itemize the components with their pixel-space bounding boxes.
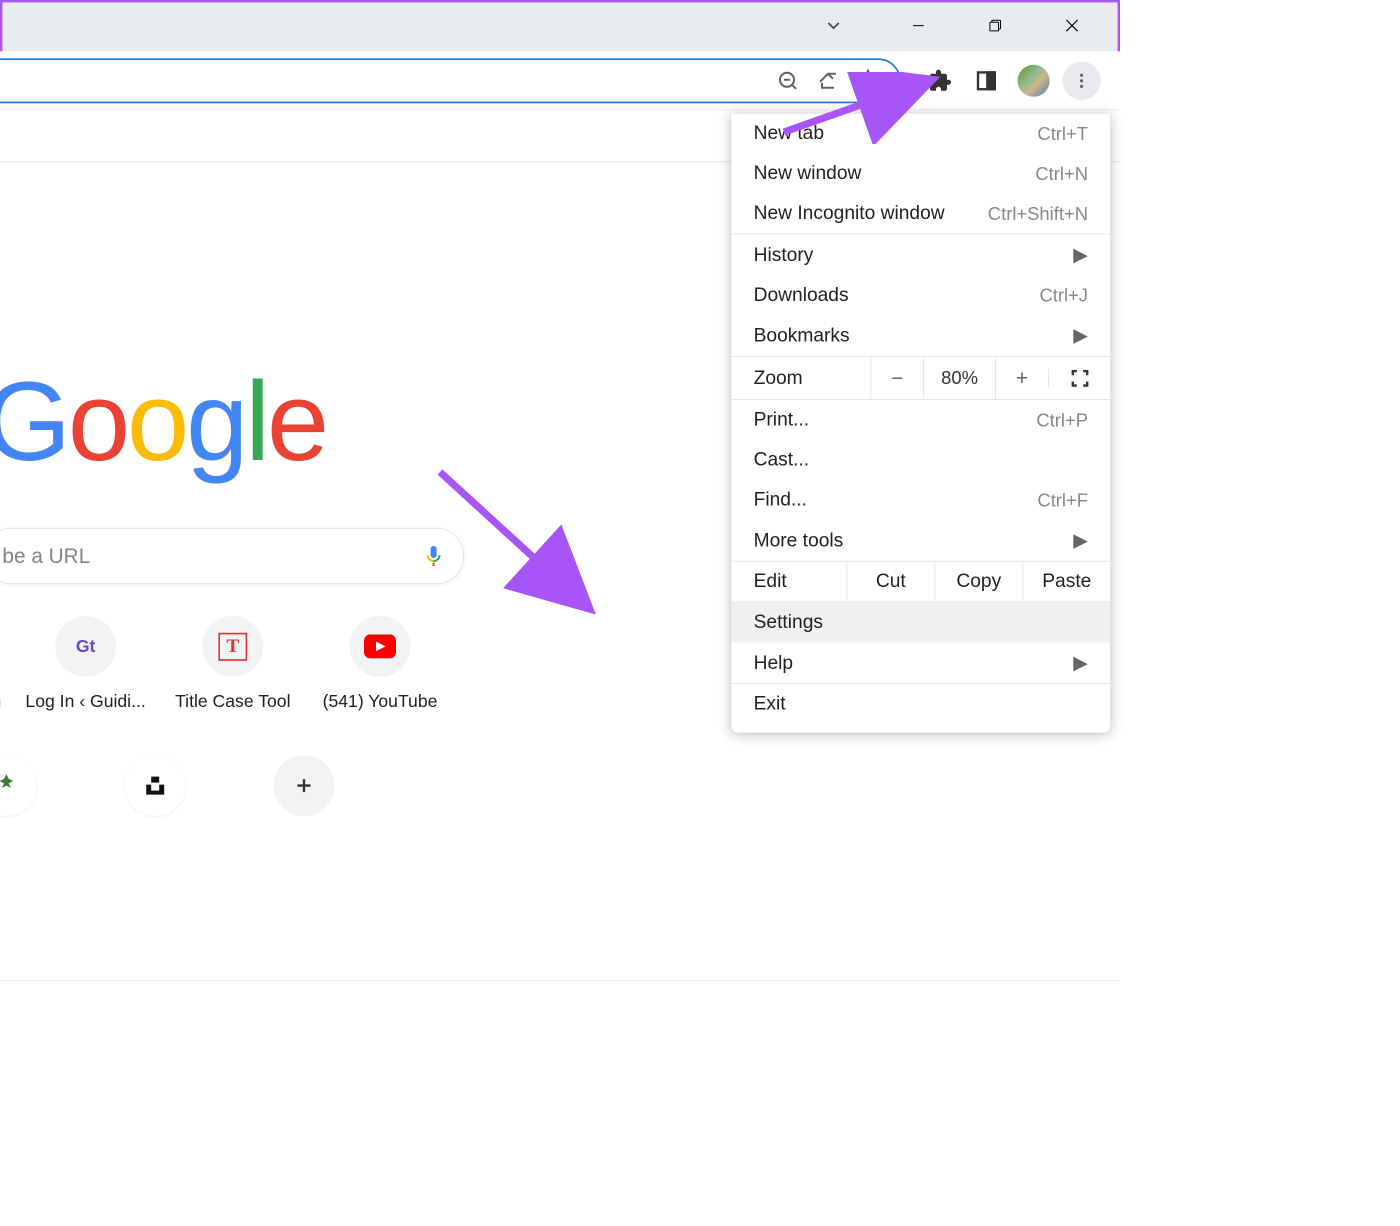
menu-new-window[interactable]: New window Ctrl+N — [731, 154, 1110, 194]
zoom-level: 80% — [923, 358, 995, 397]
favorite-button[interactable] — [848, 62, 888, 99]
gt-icon: Gt — [76, 636, 96, 657]
menu-label: New Incognito window — [754, 202, 945, 224]
menu-settings[interactable]: Settings — [731, 602, 1110, 642]
menu-history[interactable]: History ▶ — [731, 234, 1110, 275]
zoom-out-button[interactable]: − — [870, 357, 923, 399]
menu-label: Downloads — [754, 284, 849, 306]
menu-label: Cast... — [754, 449, 809, 471]
menu-label: History — [754, 244, 814, 266]
menu-label: New tab — [754, 122, 824, 144]
shortcut-icon-circle — [350, 616, 411, 677]
menu-shortcut: Ctrl+F — [1037, 489, 1088, 511]
side-panel-button[interactable] — [965, 59, 1008, 102]
google-logo: Google — [0, 357, 326, 487]
submenu-arrow-icon: ▶ — [1073, 243, 1088, 266]
menu-more-tools[interactable]: More tools ▶ — [731, 520, 1110, 561]
microphone-icon — [422, 544, 446, 568]
browser-toolbar — [0, 51, 1120, 110]
search-box[interactable]: be a URL — [0, 528, 464, 584]
shortcut-guidi[interactable]: Gt Log In ‹ Guidi... — [16, 616, 155, 712]
shortcut-icon-circle: Gt — [55, 616, 116, 677]
shortcut-label: ch — [0, 691, 1, 712]
zoom-out-icon — [776, 68, 800, 92]
menu-shortcut: Ctrl+Shift+N — [988, 203, 1088, 225]
menu-label: Settings — [754, 611, 823, 633]
star-icon — [856, 68, 880, 92]
menu-shortcut: Ctrl+J — [1039, 284, 1088, 306]
menu-shortcut: Ctrl+P — [1036, 409, 1088, 431]
zoom-out-button[interactable] — [768, 62, 808, 99]
menu-cast[interactable]: Cast... — [731, 440, 1110, 480]
shortcut-label: (541) YouTube — [323, 691, 438, 712]
extensions-button[interactable] — [918, 59, 961, 102]
menu-bookmarks[interactable]: Bookmarks ▶ — [731, 315, 1110, 356]
menu-label: Find... — [754, 489, 807, 511]
menu-shortcut: Ctrl+N — [1035, 163, 1088, 185]
kebab-icon — [1072, 71, 1091, 90]
shortcut-icon-circle: T — [202, 616, 263, 677]
fullscreen-button[interactable] — [1048, 368, 1110, 387]
submenu-arrow-icon: ▶ — [1073, 324, 1088, 347]
menu-shortcut: Ctrl+T — [1037, 123, 1088, 145]
menu-label: Print... — [754, 409, 809, 431]
unsplash-icon — [143, 774, 167, 798]
side-panel-icon — [975, 69, 997, 91]
menu-new-tab[interactable]: New tab Ctrl+T — [731, 114, 1110, 154]
profile-avatar[interactable] — [1018, 64, 1050, 96]
puzzle-icon — [928, 68, 952, 92]
submenu-arrow-icon: ▶ — [1073, 529, 1088, 552]
menu-label: Exit — [754, 693, 786, 715]
menu-new-incognito[interactable]: New Incognito window Ctrl+Shift+N — [731, 194, 1110, 234]
share-icon — [816, 68, 840, 92]
edit-copy-button[interactable]: Copy — [934, 562, 1022, 602]
shortcut-partial[interactable]: ch — [0, 616, 8, 712]
menu-help[interactable]: Help ▶ — [731, 642, 1110, 683]
leaf-icon — [0, 772, 20, 799]
fullscreen-icon — [1070, 368, 1089, 387]
t-icon: T — [218, 632, 247, 660]
shortcut-leaf[interactable] — [0, 755, 37, 816]
menu-label: More tools — [754, 529, 844, 551]
menu-find[interactable]: Find... Ctrl+F — [731, 480, 1110, 520]
submenu-arrow-icon: ▶ — [1073, 651, 1088, 674]
edit-cut-button[interactable]: Cut — [846, 562, 934, 602]
address-bar[interactable] — [0, 58, 901, 103]
more-menu-button[interactable] — [1062, 61, 1100, 99]
voice-search-button[interactable] — [422, 544, 446, 568]
shortcut-youtube[interactable]: (541) YouTube — [310, 616, 449, 712]
menu-zoom-label: Zoom — [731, 358, 870, 398]
shortcut-label: Title Case Tool — [175, 691, 290, 712]
youtube-icon — [364, 634, 396, 658]
add-shortcut-button[interactable] — [274, 755, 335, 816]
share-button[interactable] — [808, 62, 848, 99]
menu-exit[interactable]: Exit — [731, 684, 1110, 733]
shortcuts-row-1: ch Gt Log In ‹ Guidi... T Title Case Too… — [0, 616, 450, 712]
zoom-in-button[interactable]: + — [995, 357, 1048, 399]
menu-downloads[interactable]: Downloads Ctrl+J — [731, 275, 1110, 315]
shortcut-unsplash[interactable] — [125, 755, 186, 816]
menu-print[interactable]: Print... Ctrl+P — [731, 400, 1110, 440]
menu-label: Bookmarks — [754, 324, 850, 346]
edit-paste-button[interactable]: Paste — [1022, 562, 1110, 602]
plus-icon — [293, 774, 315, 796]
menu-edit-label: Edit — [731, 562, 846, 602]
shortcut-label: Log In ‹ Guidi... — [25, 691, 145, 712]
more-menu: New tab Ctrl+T New window Ctrl+N New Inc… — [731, 114, 1110, 733]
shortcut-titlecase[interactable]: T Title Case Tool — [163, 616, 302, 712]
shortcuts-row-2 — [0, 755, 334, 830]
menu-label: Help — [754, 652, 793, 674]
menu-edit-row: Edit Cut Copy Paste — [731, 561, 1110, 603]
search-placeholder: be a URL — [2, 544, 421, 569]
menu-label: New window — [754, 162, 862, 184]
menu-zoom-row: Zoom − 80% + — [731, 356, 1110, 400]
